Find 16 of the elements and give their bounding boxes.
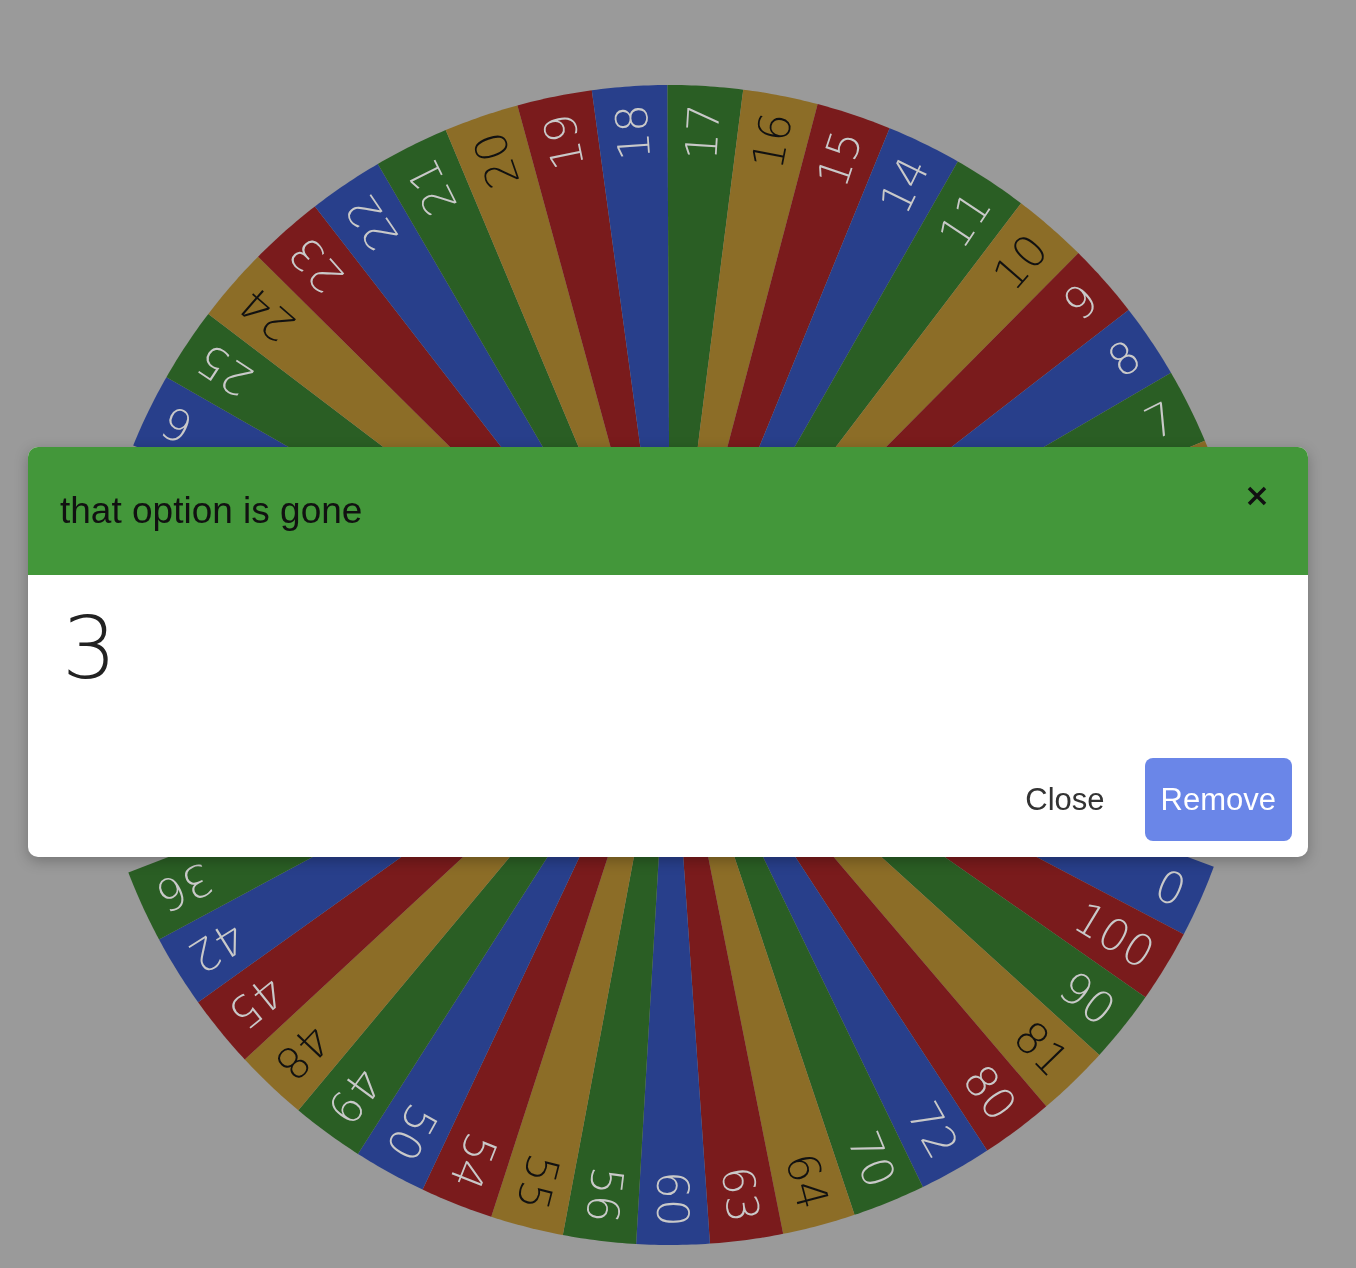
segment-label: 17	[675, 102, 730, 162]
close-icon[interactable]	[1246, 485, 1268, 507]
segment-label: 19	[532, 109, 595, 175]
segment-label: 63	[711, 1163, 770, 1226]
segment-label: 18	[605, 102, 661, 162]
close-button[interactable]: Close	[1009, 758, 1121, 841]
dialog-title: that option is gone	[60, 490, 363, 532]
segment-label: 64	[775, 1147, 840, 1215]
segment-label: 16	[741, 108, 803, 174]
segment-label: 55	[506, 1149, 570, 1216]
segment-label: 8	[1098, 329, 1151, 388]
result-text: 3	[62, 605, 117, 691]
segment-label: 60	[647, 1170, 699, 1228]
segment-label: 7	[1136, 391, 1185, 450]
segment-label: 0	[1147, 858, 1194, 917]
segment-label: 56	[576, 1164, 634, 1226]
